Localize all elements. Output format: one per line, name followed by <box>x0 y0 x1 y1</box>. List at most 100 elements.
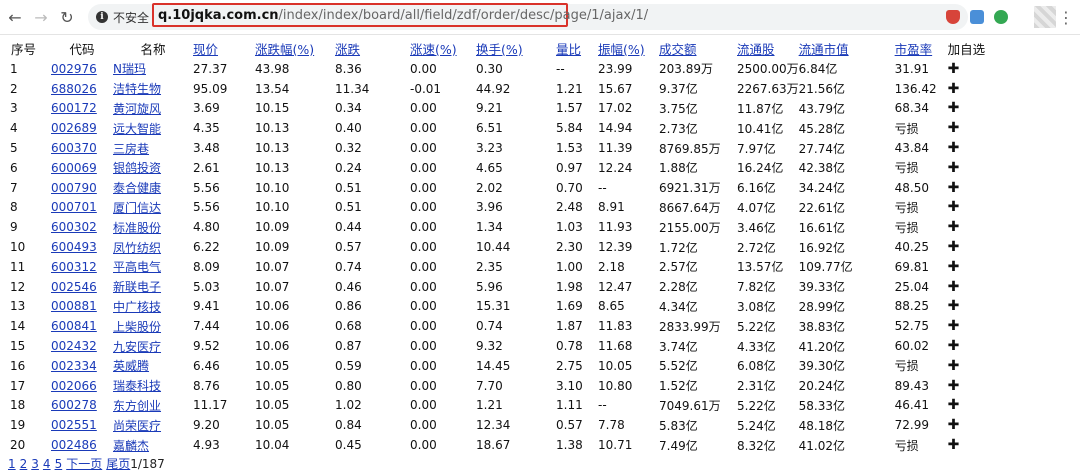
add-watchlist-icon[interactable]: ✚ <box>948 376 995 396</box>
stock-code-link[interactable]: 000790 <box>51 181 97 195</box>
column-header[interactable]: 成交额 <box>659 37 737 59</box>
stock-code-link[interactable]: 002066 <box>51 379 97 393</box>
stock-code-link[interactable]: 600841 <box>51 319 97 333</box>
stock-name-link[interactable]: 中广核技 <box>113 300 161 314</box>
add-watchlist-icon[interactable]: ✚ <box>948 336 995 356</box>
add-watchlist-icon[interactable]: ✚ <box>948 198 995 218</box>
table-cell: 7.82亿 <box>737 280 776 295</box>
table-cell: 9 <box>10 220 18 235</box>
stock-name-link[interactable]: 九安医疗 <box>113 340 161 354</box>
add-watchlist-icon[interactable]: ✚ <box>948 158 995 178</box>
page-link[interactable]: 1 <box>8 457 16 471</box>
stock-code-link[interactable]: 002689 <box>51 121 97 135</box>
column-header[interactable]: 现价 <box>193 37 255 59</box>
stock-code-link[interactable]: 600312 <box>51 260 97 274</box>
stock-code-link[interactable]: 600172 <box>51 101 97 115</box>
stock-name-link[interactable]: 黄河旋风 <box>113 102 161 116</box>
stock-name-link[interactable]: 英威腾 <box>113 359 149 373</box>
page-link[interactable]: 5 <box>55 457 63 471</box>
column-header[interactable]: 换手(%) <box>476 37 556 59</box>
table-cell: 0.68 <box>335 319 362 334</box>
stock-code-link[interactable]: 002551 <box>51 418 97 432</box>
column-header[interactable]: 振幅(%) <box>598 37 659 59</box>
url-field[interactable]: q.10jqka.com.cn/index/index/board/all/fi… <box>152 3 648 27</box>
stock-name-link[interactable]: 平高电气 <box>113 260 161 274</box>
column-header[interactable]: 流通市值 <box>799 37 895 59</box>
add-watchlist-icon[interactable]: ✚ <box>948 297 995 317</box>
column-header[interactable]: 量比 <box>556 37 598 59</box>
table-cell: 12.39 <box>598 240 633 255</box>
add-watchlist-icon[interactable]: ✚ <box>948 257 995 277</box>
stock-code-link[interactable]: 002976 <box>51 62 97 76</box>
table-cell: 0.00 <box>410 121 437 136</box>
stock-code-link[interactable]: 002486 <box>51 438 97 452</box>
add-watchlist-icon[interactable]: ✚ <box>948 415 995 435</box>
column-header[interactable]: 市盈率 <box>895 37 948 59</box>
add-watchlist-icon[interactable]: ✚ <box>948 79 995 99</box>
check-extension-icon[interactable] <box>994 10 1008 24</box>
column-header[interactable]: 涨跌 <box>335 37 410 59</box>
page-link[interactable]: 3 <box>31 457 39 471</box>
profile-avatar[interactable] <box>1034 6 1056 28</box>
stock-name-link[interactable]: 上柴股份 <box>113 320 161 334</box>
table-cell: 0.00 <box>410 141 437 156</box>
add-watchlist-icon[interactable]: ✚ <box>948 396 995 416</box>
stock-code-link[interactable]: 600493 <box>51 240 97 254</box>
back-arrow-icon[interactable]: ← <box>4 6 26 28</box>
stock-code-link[interactable]: 600278 <box>51 398 97 412</box>
add-watchlist-icon[interactable]: ✚ <box>948 217 995 237</box>
stock-code-link[interactable]: 600069 <box>51 161 97 175</box>
table-row: 14 600841 上柴股份 7.44 10.06 0.68 0.00 0.74 1.87 11.… <box>0 316 995 336</box>
add-watchlist-icon[interactable]: ✚ <box>948 277 995 297</box>
add-watchlist-icon[interactable]: ✚ <box>948 237 995 257</box>
stock-name-link[interactable]: 东方创业 <box>113 399 161 413</box>
table-cell: 2.73亿 <box>659 121 698 136</box>
stock-code-link[interactable]: 600302 <box>51 220 97 234</box>
extension-icon[interactable] <box>970 10 984 24</box>
stock-code-link[interactable]: 002546 <box>51 280 97 294</box>
table-cell: 72.99 <box>894 418 929 433</box>
stock-name-link[interactable]: 尚荣医疗 <box>113 419 161 433</box>
table-cell: 1.38 <box>556 438 583 453</box>
add-watchlist-icon[interactable]: ✚ <box>948 59 995 79</box>
add-watchlist-icon[interactable]: ✚ <box>948 138 995 158</box>
shield-extension-icon[interactable] <box>946 10 960 24</box>
stock-name-link[interactable]: 瑞泰科技 <box>113 379 161 393</box>
add-watchlist-icon[interactable]: ✚ <box>948 99 995 119</box>
forward-arrow-icon[interactable]: → <box>30 6 52 28</box>
add-watchlist-icon[interactable]: ✚ <box>948 356 995 376</box>
column-header[interactable]: 涨跌幅(%) <box>255 37 335 59</box>
menu-icon[interactable]: ⋮ <box>1058 8 1074 27</box>
address-bar[interactable]: i 不安全 q.10jqka.com.cn/index/index/board/… <box>88 3 968 30</box>
next-page-link[interactable]: 下一页 <box>66 457 102 471</box>
stock-name-link[interactable]: 标准股份 <box>113 221 161 235</box>
stock-name-link[interactable]: 泰合健康 <box>113 181 161 195</box>
page-link[interactable]: 2 <box>20 457 28 471</box>
stock-name-link[interactable]: N瑞玛 <box>113 62 146 76</box>
stock-code-link[interactable]: 000701 <box>51 200 97 214</box>
stock-code-link[interactable]: 600370 <box>51 141 97 155</box>
column-header[interactable]: 流通股 <box>737 37 799 59</box>
stock-name-link[interactable]: 凤竹纺织 <box>113 241 161 255</box>
stock-code-link[interactable]: 002432 <box>51 339 97 353</box>
add-watchlist-icon[interactable]: ✚ <box>948 435 995 455</box>
stock-code-link[interactable]: 000881 <box>51 299 97 313</box>
add-watchlist-icon[interactable]: ✚ <box>948 118 995 138</box>
info-icon[interactable]: i <box>96 11 108 23</box>
add-watchlist-icon[interactable]: ✚ <box>948 178 995 198</box>
add-watchlist-icon[interactable]: ✚ <box>948 316 995 336</box>
stock-name-link[interactable]: 洁特生物 <box>113 82 161 96</box>
stock-code-link[interactable]: 688026 <box>51 82 97 96</box>
stock-name-link[interactable]: 银鸽投资 <box>113 161 161 175</box>
stock-name-link[interactable]: 新联电子 <box>113 280 161 294</box>
reload-icon[interactable]: ↻ <box>56 6 78 28</box>
stock-name-link[interactable]: 远大智能 <box>113 122 161 136</box>
column-header[interactable]: 涨速(%) <box>410 37 476 59</box>
stock-name-link[interactable]: 三房巷 <box>113 142 149 156</box>
stock-code-link[interactable]: 002334 <box>51 359 97 373</box>
stock-name-link[interactable]: 嘉麟杰 <box>113 439 149 453</box>
last-page-link[interactable]: 尾页 <box>106 457 130 471</box>
stock-name-link[interactable]: 厦门信达 <box>113 201 161 215</box>
table-cell: 0.00 <box>410 259 437 274</box>
page-link[interactable]: 4 <box>43 457 51 471</box>
